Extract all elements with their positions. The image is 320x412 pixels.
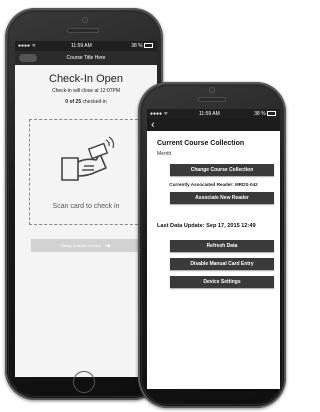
nav-bar: ‹ bbox=[147, 119, 280, 131]
checkin-heading: Check-In Open bbox=[49, 73, 123, 85]
scan-label: Scan card to check in bbox=[52, 203, 120, 210]
associate-reader-button[interactable]: Associate New Reader bbox=[170, 192, 274, 204]
collection-name: Merritt bbox=[157, 151, 172, 157]
course-title: Course Title Here bbox=[66, 55, 106, 61]
count-suffix: checked-in bbox=[81, 99, 107, 105]
count-value: 0 of 25 bbox=[65, 99, 82, 105]
camera-icon bbox=[209, 87, 215, 93]
camera-icon bbox=[82, 17, 88, 23]
title-bar: Course Title Here bbox=[15, 51, 157, 65]
battery-icon bbox=[144, 43, 153, 49]
status-time: 11:59 AM bbox=[71, 43, 92, 49]
home-button[interactable] bbox=[73, 371, 95, 393]
setup-checkin-button[interactable]: Setup in more checkin ➜ bbox=[31, 239, 141, 252]
speaker-grille bbox=[198, 97, 226, 102]
device-settings-button[interactable]: Device Settings bbox=[170, 276, 274, 288]
phone-right: ●●●● ᯤ 11:59 AM 38 % ‹ Current Course Co… bbox=[138, 82, 286, 408]
checkin-screen: ●●●● ᯤ 11:59 AM 38 % Course Title Here C… bbox=[15, 41, 157, 377]
refresh-data-button[interactable]: Refresh Data bbox=[170, 240, 274, 252]
status-bar: ●●●● ᯤ 11:59 AM 38 % bbox=[147, 109, 280, 119]
checked-in-count: 0 of 25 checked-in bbox=[15, 99, 157, 105]
battery-indicator: 38 % bbox=[131, 43, 153, 49]
speaker-grille bbox=[67, 28, 99, 33]
arrow-right-icon: ➜ bbox=[104, 242, 111, 250]
setup-checkin-label: Setup in more checkin bbox=[61, 243, 101, 248]
hand-card-icon bbox=[61, 136, 115, 181]
scan-area[interactable]: Scan card to check in bbox=[29, 119, 143, 225]
last-update-text: Last Data Update: Sep 17, 2015 12:49 bbox=[157, 223, 256, 229]
close-note: Check-in will close at 12:07PM bbox=[51, 88, 121, 94]
battery-indicator: 38 % bbox=[254, 111, 276, 117]
disable-manual-entry-button[interactable]: Disable Manual Card Entry bbox=[170, 258, 274, 270]
back-chevron-icon[interactable]: ‹ bbox=[151, 119, 155, 131]
signal-icon: ●●●● ᯤ bbox=[150, 111, 169, 117]
reader-text: Currently Associated Reader: MRDS-042 bbox=[169, 182, 258, 187]
status-time: 11:59 AM bbox=[199, 111, 220, 117]
battery-icon bbox=[267, 111, 276, 117]
status-bar: ●●●● ᯤ 11:59 AM 38 % bbox=[15, 41, 157, 51]
settings-screen: ●●●● ᯤ 11:59 AM 38 % ‹ Current Course Co… bbox=[147, 109, 280, 389]
signal-icon: ●●●● ᯤ bbox=[18, 43, 37, 49]
section-title: Current Course Collection bbox=[157, 140, 245, 147]
change-collection-button[interactable]: Change Course Collection bbox=[170, 164, 274, 176]
